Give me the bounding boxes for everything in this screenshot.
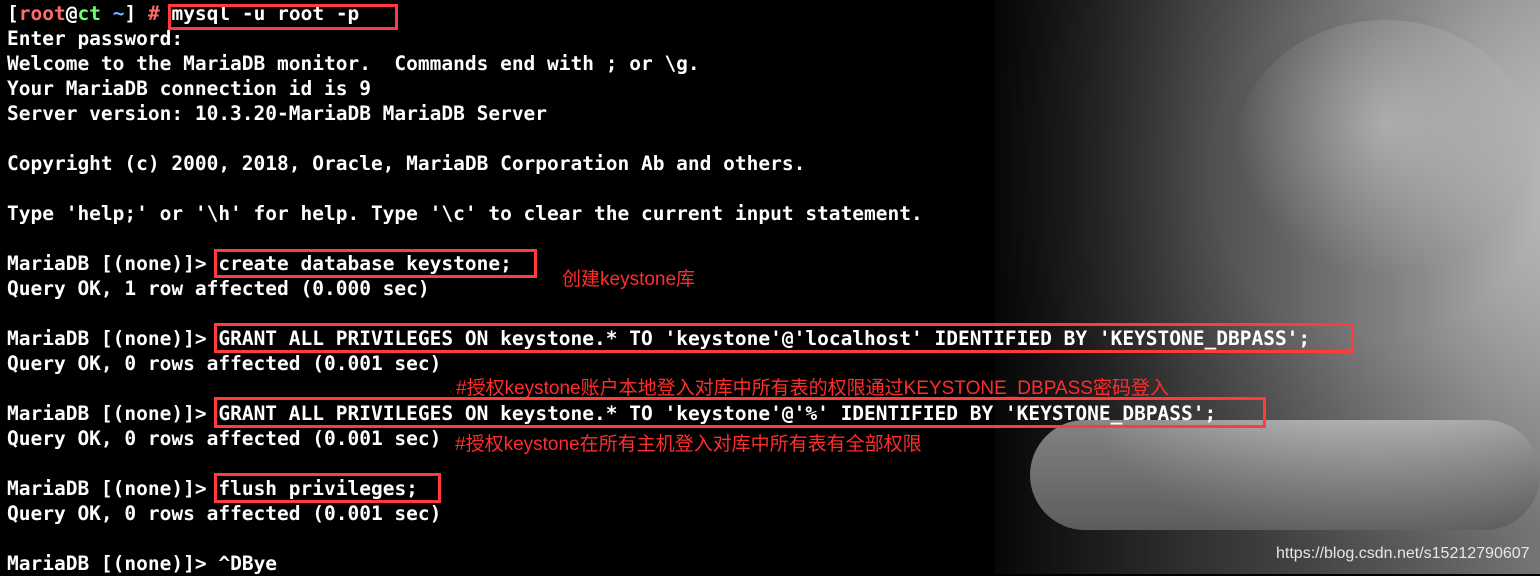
mariadb-command-line[interactable]: MariaDB [(none)]> ^DBye: [7, 551, 277, 576]
query-result: Query OK, 0 rows affected (0.001 sec): [7, 352, 442, 375]
output-line: Type 'help;' or '\h' for help. Type '\c'…: [7, 202, 923, 225]
mariadb-prompt: MariaDB [(none)]>: [7, 252, 207, 275]
command-highlight: [214, 249, 537, 278]
command-highlight: [214, 397, 1266, 428]
output-line: Your MariaDB connection id is 9: [7, 77, 371, 100]
annotation-create-db: 创建keystone库: [562, 269, 696, 290]
mariadb-prompt: MariaDB [(none)]>: [7, 477, 207, 500]
output-line: Welcome to the MariaDB monitor. Commands…: [7, 52, 700, 75]
output-line: Copyright (c) 2000, 2018, Oracle, MariaD…: [7, 152, 806, 175]
query-result: Query OK, 0 rows affected (0.001 sec): [7, 427, 442, 450]
photo-vignette: [995, 0, 1540, 574]
command-highlight: [214, 323, 1354, 353]
background-photo: [995, 0, 1540, 574]
query-result: Query OK, 0 rows affected (0.001 sec): [7, 502, 442, 525]
command-highlight: [214, 473, 441, 503]
watermark-url: https://blog.csdn.net/s15212790607: [1276, 545, 1530, 562]
prompt-user: root: [18, 2, 66, 25]
prompt-path: ~: [112, 2, 125, 25]
mariadb-prompt: MariaDB [(none)]>: [7, 327, 207, 350]
terminal-input: ^DBye: [218, 552, 278, 575]
query-result: Query OK, 1 row affected (0.000 sec): [7, 277, 430, 300]
prompt-host: ct: [77, 2, 101, 25]
annotation-grant-local: #授权keystone账户本地登入对库中所有表的权限通过KEYSTONE_DBP…: [456, 378, 1169, 399]
output-line: Server version: 10.3.20-MariaDB MariaDB …: [7, 102, 548, 125]
mariadb-prompt: MariaDB [(none)]>: [7, 552, 207, 575]
annotation-grant-all: #授权keystone在所有主机登入对库中所有表有全部权限: [455, 434, 922, 455]
terminal-window[interactable]: [root@ct ~] # mysql -u root -p Enter pas…: [0, 0, 1354, 576]
login-command-highlight: [168, 4, 398, 30]
mariadb-prompt: MariaDB [(none)]>: [7, 402, 207, 425]
output-line: Enter password:: [7, 27, 184, 50]
